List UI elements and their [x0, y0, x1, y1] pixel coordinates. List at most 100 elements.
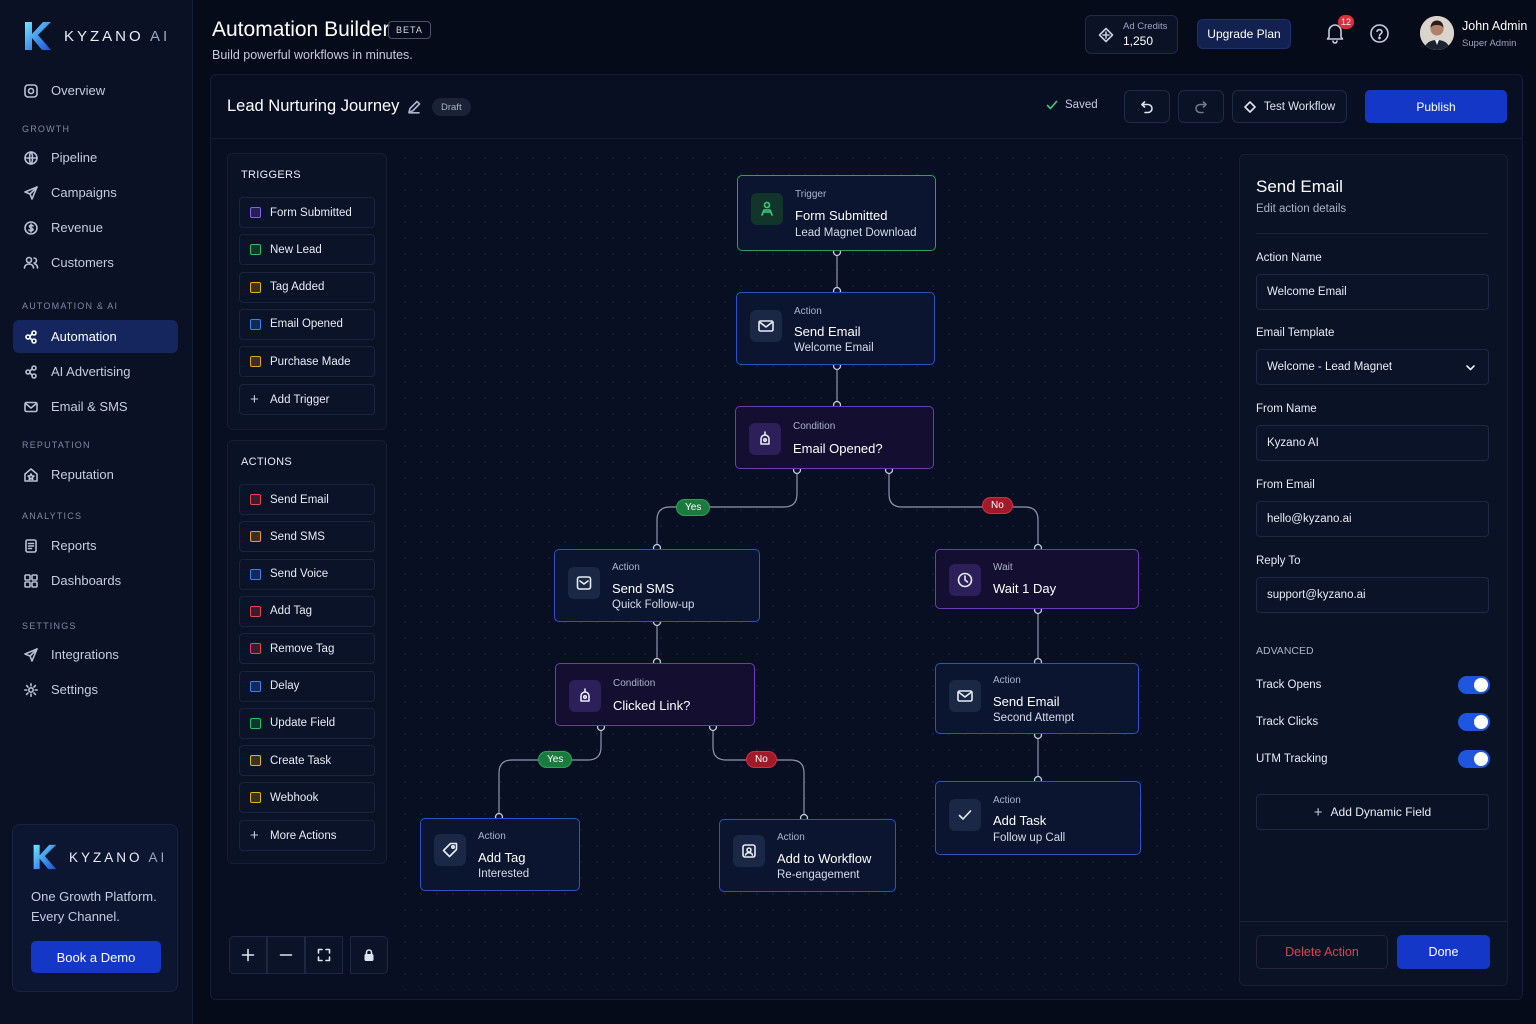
node-subtitle: Re-engagement	[777, 869, 860, 881]
palette-item-icon	[250, 244, 261, 256]
node-icon	[750, 310, 782, 342]
palette-item-icon	[250, 680, 261, 692]
zoom-out-button[interactable]	[267, 936, 305, 974]
palette-item-icon	[250, 494, 261, 505]
utm-tracking-toggle[interactable]	[1458, 750, 1490, 768]
palette-item-label: Purchase Made	[270, 355, 351, 368]
palette-item[interactable]: Send SMS	[239, 521, 375, 553]
no-branch-label: No	[982, 497, 1013, 514]
email-template-value: Welcome - Lead Magnet	[1267, 361, 1393, 373]
palette-item-label: Webhook	[270, 791, 319, 804]
palette-item-label: Form Submitted	[270, 206, 352, 219]
email-template-select[interactable]: Welcome - Lead Magnet	[1256, 349, 1489, 385]
node-condition-clicked-link[interactable]: Condition Clicked Link?	[555, 663, 755, 726]
minus-icon	[279, 954, 293, 956]
from-email-label: From Email	[1256, 479, 1315, 491]
node-kind: Trigger	[795, 189, 827, 200]
node-kind: Action	[612, 562, 640, 573]
node-send-email[interactable]: Action Send Email Welcome Email	[736, 292, 935, 365]
panel-footer-divider	[1240, 921, 1507, 922]
palette-item-icon	[250, 643, 261, 655]
palette-item[interactable]: Remove Tag	[239, 633, 375, 665]
lock-button[interactable]	[350, 936, 388, 974]
node-add-task[interactable]: Action Add Task Follow up Call	[935, 781, 1141, 855]
check-icon	[958, 810, 972, 820]
done-button[interactable]: Done	[1397, 935, 1490, 969]
zoom-in-button[interactable]	[229, 936, 267, 974]
node-title: Send Email	[993, 694, 1060, 709]
plus-icon	[241, 948, 255, 962]
palette-item[interactable]: Send Email	[239, 484, 375, 515]
condition-icon	[760, 431, 770, 445]
node-icon	[434, 834, 466, 866]
palette-item[interactable]: Webhook	[239, 782, 375, 814]
email-template-label: Email Template	[1256, 327, 1335, 339]
yes-branch-label: Yes	[538, 751, 573, 768]
more-actions-button[interactable]: + More Actions	[239, 820, 375, 851]
action-name-label: Action Name	[1256, 252, 1322, 264]
palette-item[interactable]: Tag Added	[239, 271, 375, 303]
node-title: Clicked Link?	[613, 698, 691, 713]
add-trigger-button[interactable]: + Add Trigger	[239, 384, 375, 415]
from-email-input[interactable]: hello@kyzano.ai	[1256, 501, 1489, 537]
workflow-icon	[742, 844, 756, 858]
palette-item[interactable]: Update Field	[239, 707, 375, 739]
sms-icon	[576, 576, 592, 590]
node-title: Add Tag	[478, 850, 526, 865]
lock-icon	[364, 949, 374, 961]
track-opens-toggle[interactable]	[1458, 676, 1490, 694]
clock-icon	[957, 572, 973, 588]
utm-tracking-label: UTM Tracking	[1256, 753, 1328, 765]
node-subtitle: Quick Follow-up	[612, 599, 695, 611]
node-kind: Action	[478, 831, 506, 842]
node-title: Send SMS	[612, 581, 675, 596]
palette-item-label: Email Opened	[270, 318, 343, 331]
node-kind: Action	[777, 832, 805, 843]
palette-item-icon	[250, 605, 261, 617]
action-name-input[interactable]: Welcome Email	[1256, 274, 1489, 310]
mail-icon	[758, 320, 774, 332]
palette-item-label: Add Tag	[270, 605, 312, 618]
tag-icon	[442, 842, 458, 858]
palette-item[interactable]: Purchase Made	[239, 346, 375, 378]
palette-item-label: Remove Tag	[270, 642, 335, 655]
node-icon	[949, 799, 981, 831]
panel-divider	[1256, 233, 1488, 234]
node-condition-email-opened[interactable]: Condition Email Opened?	[735, 406, 934, 469]
node-wait[interactable]: Wait Wait 1 Day	[935, 549, 1139, 609]
node-send-sms[interactable]: Action Send SMS Quick Follow-up	[554, 549, 760, 622]
palette-item[interactable]: Email Opened	[239, 308, 375, 340]
palette-item-icon	[250, 356, 261, 368]
reply-to-input[interactable]: support@kyzano.ai	[1256, 577, 1489, 613]
node-kind: Condition	[793, 421, 836, 432]
add-trigger-label: Add Trigger	[270, 393, 330, 406]
condition-icon	[580, 688, 590, 702]
from-name-input[interactable]: Kyzano AI	[1256, 425, 1489, 461]
node-kind: Wait	[993, 562, 1013, 573]
node-add-tag[interactable]: Action Add Tag Interested	[420, 818, 580, 891]
node-icon	[949, 680, 981, 712]
palette-item[interactable]: New Lead	[239, 234, 375, 266]
panel-subtitle: Edit action details	[1256, 203, 1347, 215]
track-clicks-toggle[interactable]	[1458, 713, 1490, 731]
mail-icon	[957, 690, 973, 702]
node-title: Wait 1 Day	[993, 581, 1057, 596]
palette-item[interactable]: Form Submitted	[239, 197, 375, 228]
plus-icon: +	[250, 391, 259, 408]
node-send-email-second[interactable]: Action Send Email Second Attempt	[935, 663, 1139, 734]
palette-item-label: Send Voice	[270, 568, 329, 581]
palette-item-icon	[250, 318, 261, 330]
node-kind: Condition	[613, 678, 656, 689]
node-icon	[568, 567, 600, 599]
reply-to-label: Reply To	[1256, 555, 1301, 567]
node-icon	[751, 193, 783, 225]
delete-action-button[interactable]: Delete Action	[1256, 935, 1388, 969]
palette-item[interactable]: Send Voice	[239, 558, 375, 590]
fit-view-button[interactable]	[305, 936, 343, 974]
add-dynamic-field-button[interactable]: + Add Dynamic Field	[1256, 794, 1489, 830]
palette-item[interactable]: Delay	[239, 670, 375, 702]
node-add-to-workflow[interactable]: Action Add to Workflow Re-engagement	[719, 819, 896, 892]
palette-item[interactable]: Create Task	[239, 745, 375, 777]
palette-item[interactable]: Add Tag	[239, 595, 375, 627]
node-trigger-form-submitted[interactable]: Trigger Form Submitted Lead Magnet Downl…	[737, 175, 936, 251]
